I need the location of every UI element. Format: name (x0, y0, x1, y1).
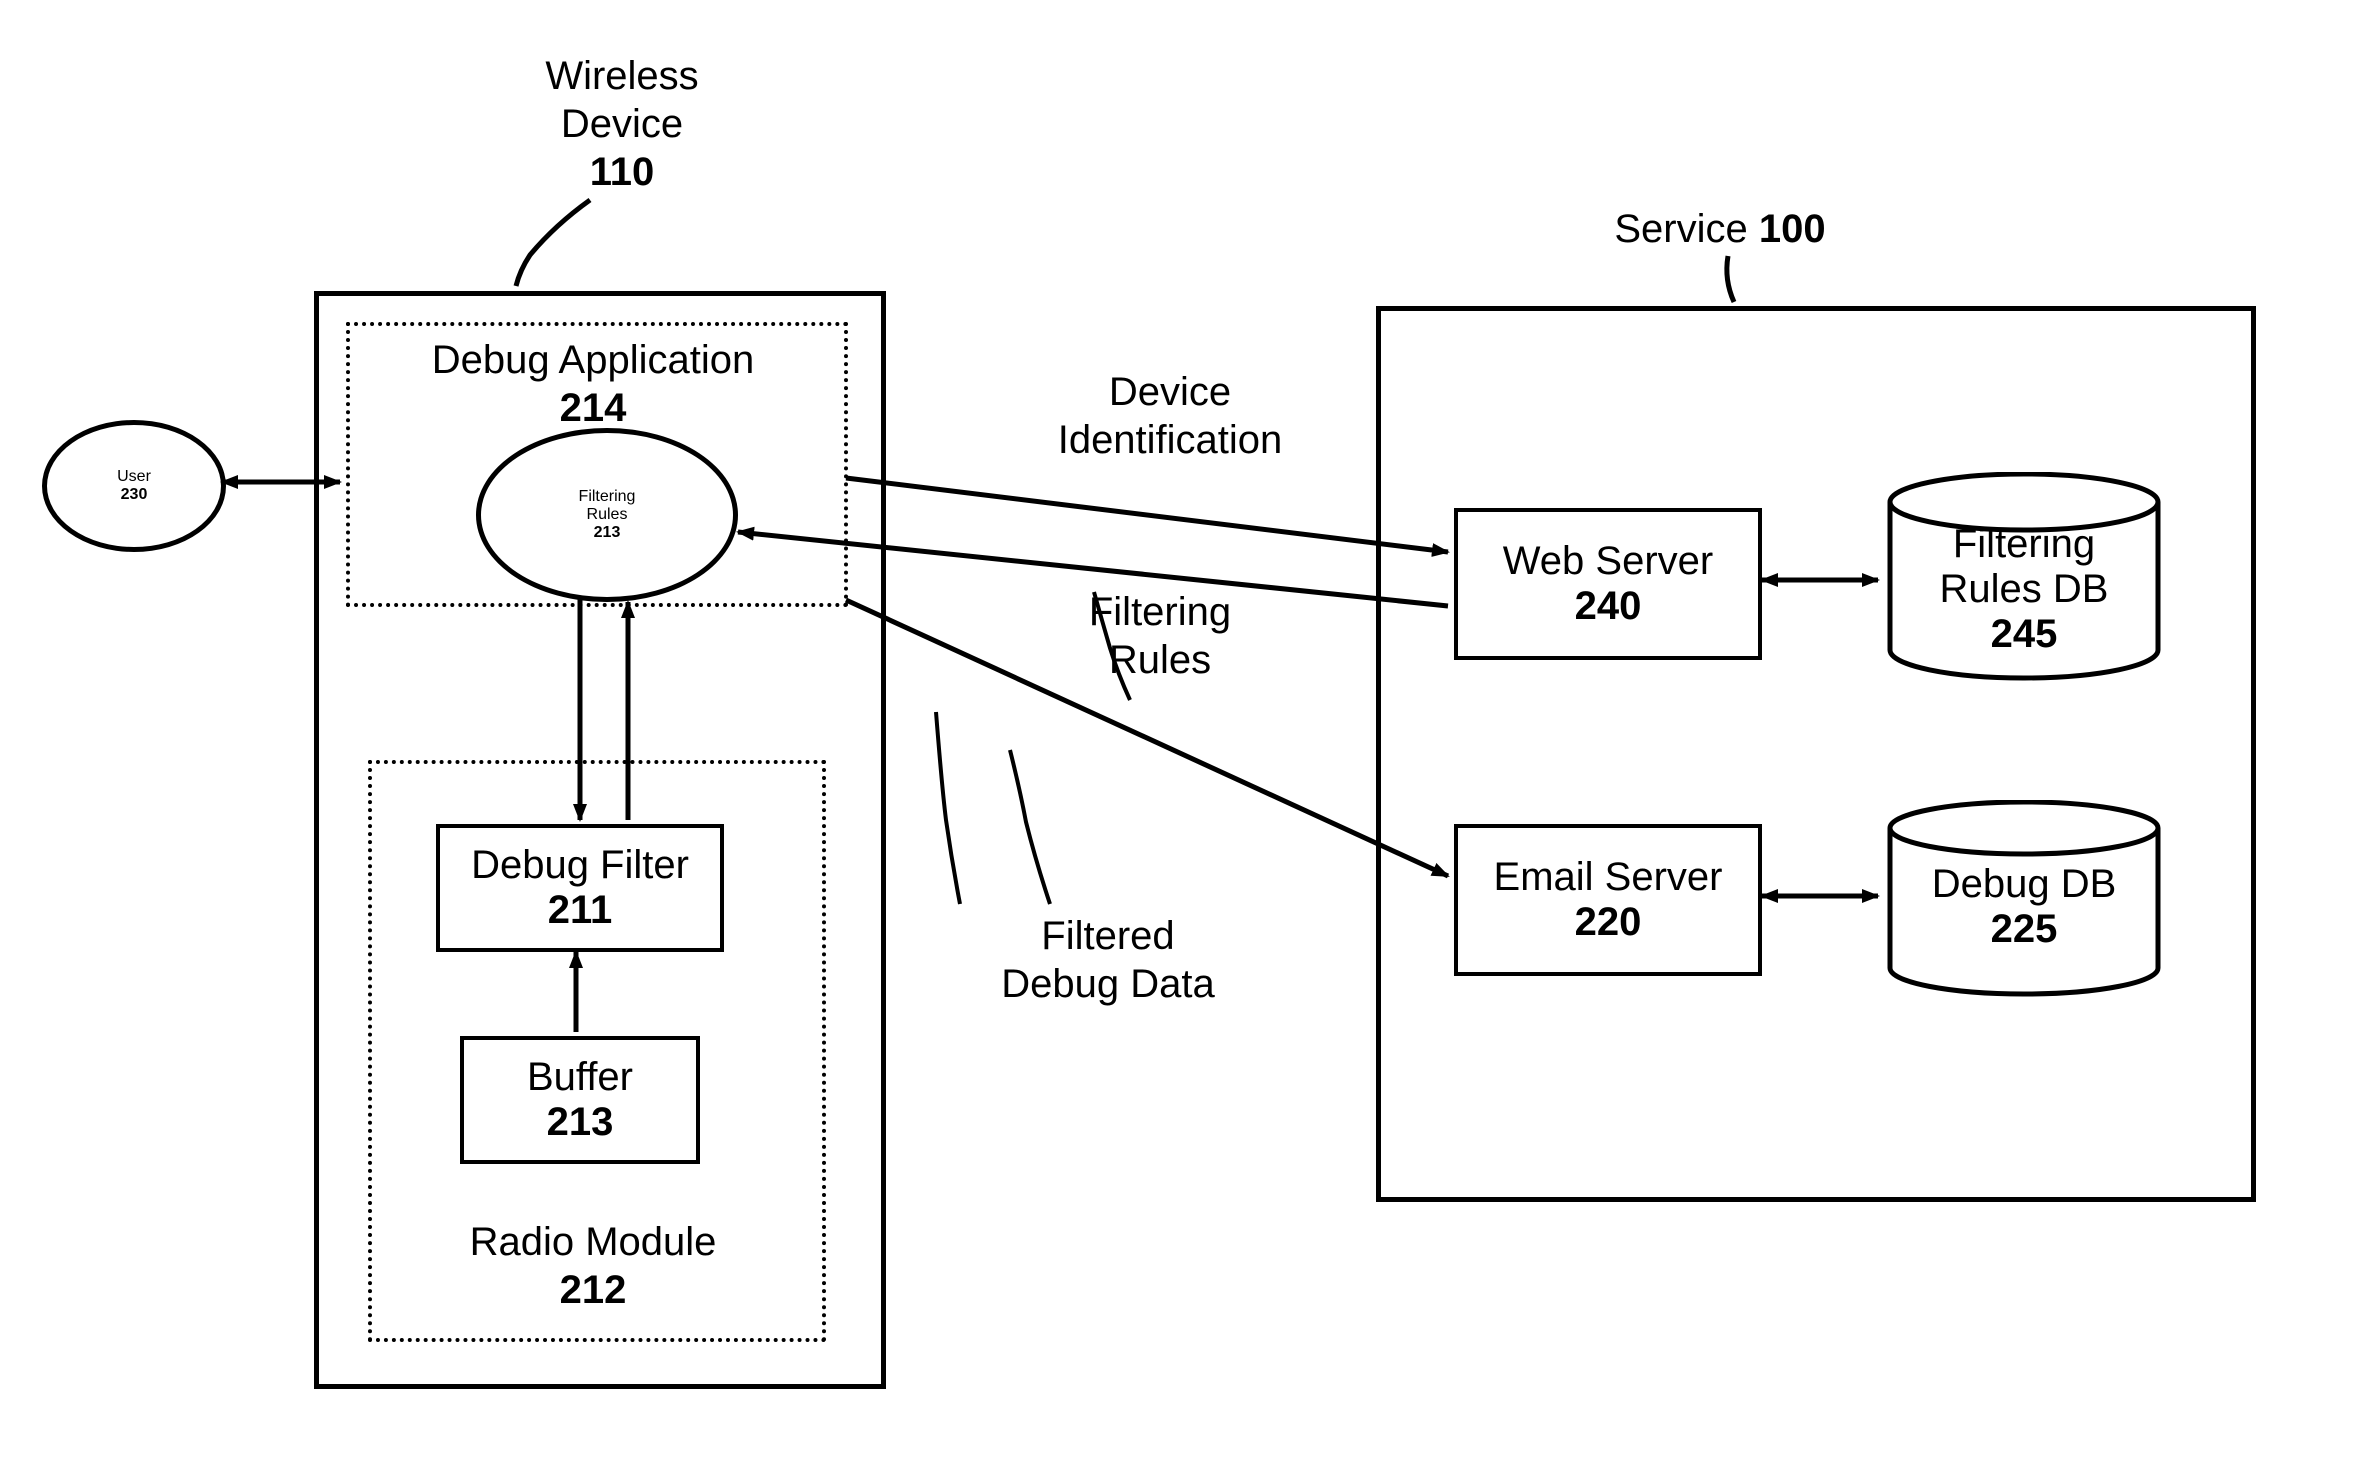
rules-db-label: Filtering Rules DB 245 (1894, 522, 2154, 657)
service-box (1376, 306, 2256, 1202)
web-server-box: Web Server 240 (1454, 508, 1762, 660)
wireless-device-label: Wireless Device 110 (472, 52, 772, 196)
debug-filter-box: Debug Filter 211 (436, 824, 724, 952)
debug-db-label: Debug DB 225 (1894, 862, 2154, 952)
debug-app-label: Debug Application 214 (346, 336, 840, 432)
buffer-box: Buffer 213 (460, 1036, 700, 1164)
service-label: Service 100 (1510, 205, 1930, 253)
diagram-stage: Wireless Device 110 Service 100 Debug Ap… (0, 0, 2354, 1478)
filtering-rules-ellipse: Filtering Rules 213 (476, 428, 738, 602)
filtering-rules-edge-label: Filtering Rules (1030, 588, 1290, 684)
radio-module-label: Radio Module 212 (368, 1218, 818, 1314)
user-ellipse: User 230 (42, 420, 226, 552)
filtered-debug-edge-label: Filtered Debug Data (958, 912, 1258, 1008)
email-server-box: Email Server 220 (1454, 824, 1762, 976)
device-id-edge-label: Device Identification (1010, 368, 1330, 464)
